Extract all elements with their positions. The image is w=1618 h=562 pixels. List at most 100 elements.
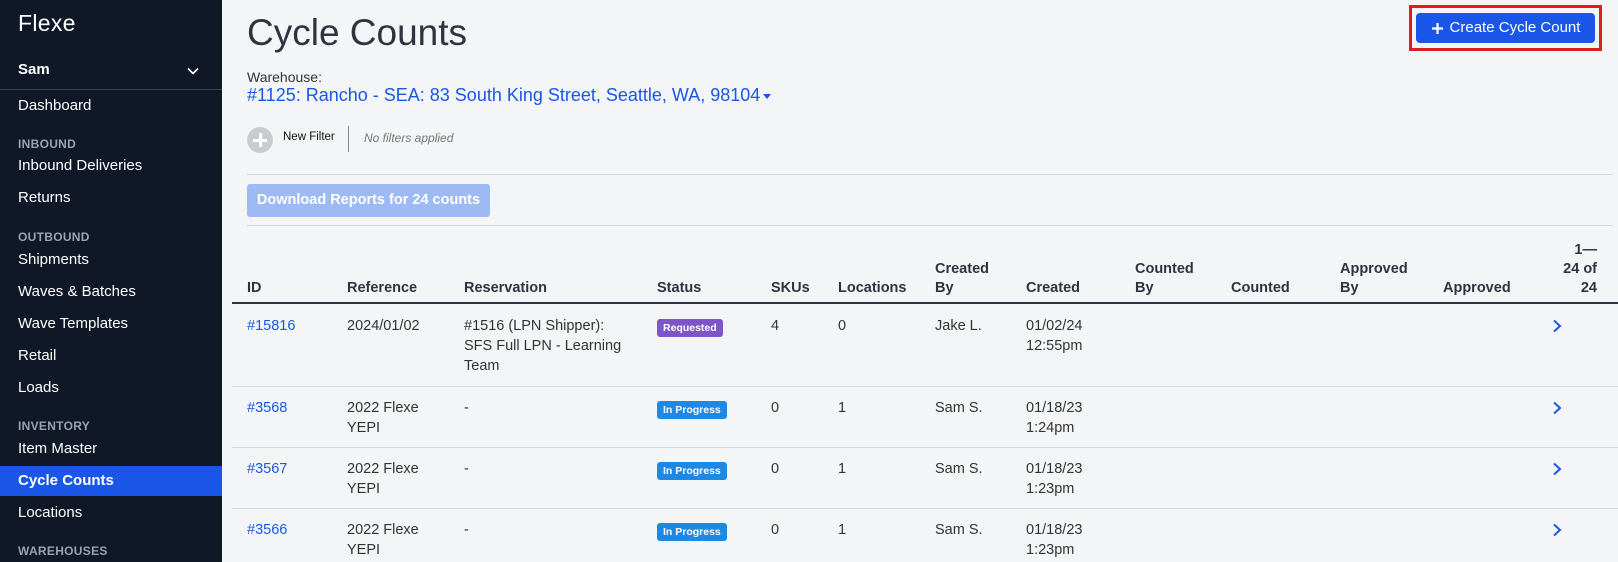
column-header-locations[interactable]: Locations bbox=[838, 279, 906, 298]
user-menu[interactable]: Sam bbox=[0, 58, 222, 90]
column-header-reservation[interactable]: Reservation bbox=[464, 279, 547, 298]
row-reference: 2022 Flexe YEPI bbox=[347, 398, 419, 438]
warehouse-selector[interactable]: #1125: Rancho - SEA: 83 South King Stree… bbox=[247, 85, 772, 106]
row-reference: 2022 Flexe YEPI bbox=[347, 459, 419, 499]
chevron-right-icon[interactable] bbox=[1551, 462, 1563, 476]
row-id-link[interactable]: #3568 bbox=[247, 398, 287, 418]
row-skus: 4 bbox=[771, 318, 780, 334]
table-row[interactable]: #3568 2022 Flexe YEPI - In Progress 0 1 S… bbox=[232, 387, 1618, 448]
filters-status: No filters applied bbox=[364, 131, 454, 145]
created-date: 01/18/23 bbox=[1026, 400, 1083, 416]
pagination-info: 1— 24 of 24 bbox=[1552, 241, 1597, 298]
sidebar-item-dashboard[interactable]: Dashboard bbox=[0, 91, 222, 121]
sidebar-item-retail[interactable]: Retail bbox=[0, 341, 222, 371]
row-locations: 1 bbox=[838, 522, 847, 538]
sidebar-section-warehouses: WAREHOUSES bbox=[18, 544, 108, 558]
chevron-right-icon[interactable] bbox=[1551, 401, 1563, 415]
row-reservation: - bbox=[464, 461, 469, 477]
download-reports-button[interactable]: Download Reports for 24 counts bbox=[247, 184, 490, 217]
reference-line: 2022 Flexe bbox=[347, 400, 419, 416]
row-created: 01/18/23 1:23pm bbox=[1026, 459, 1082, 499]
sidebar-item-loads[interactable]: Loads bbox=[0, 373, 222, 403]
row-created-by: Jake L. bbox=[935, 318, 982, 334]
sidebar-section-outbound: OUTBOUND bbox=[18, 230, 90, 244]
row-skus: 0 bbox=[771, 461, 780, 477]
status-badge: In Progress bbox=[657, 401, 727, 419]
user-name: Sam bbox=[18, 61, 50, 78]
reservation-line: #1516 (LPN Shipper): bbox=[464, 318, 605, 334]
row-reservation: - bbox=[464, 400, 469, 416]
column-header-created[interactable]: Created bbox=[1026, 279, 1080, 298]
warehouse-value: #1125: Rancho - SEA: 83 South King Stree… bbox=[247, 85, 761, 105]
create-button-highlight: Create Cycle Count bbox=[1409, 5, 1602, 51]
column-header-skus[interactable]: SKUs bbox=[771, 279, 810, 298]
plus-icon bbox=[1431, 22, 1443, 34]
table-row[interactable]: #3566 2022 Flexe YEPI - In Progress 0 1 S… bbox=[232, 509, 1618, 562]
row-id-link[interactable]: #3566 bbox=[247, 520, 287, 540]
sidebar-item-wave-templates[interactable]: Wave Templates bbox=[0, 309, 222, 339]
reference-line: 2022 Flexe bbox=[347, 522, 419, 538]
row-id-link[interactable]: #3567 bbox=[247, 459, 287, 479]
created-date: 01/18/23 bbox=[1026, 522, 1083, 538]
column-header-approved-by[interactable]: Approved By bbox=[1340, 260, 1408, 298]
created-date: 01/02/24 bbox=[1026, 318, 1083, 334]
warehouse-label: Warehouse: bbox=[247, 69, 322, 85]
page-title: Cycle Counts bbox=[247, 12, 468, 53]
row-locations: 1 bbox=[838, 400, 847, 416]
row-locations: 0 bbox=[838, 318, 847, 334]
chevron-right-icon[interactable] bbox=[1551, 523, 1563, 537]
row-reference: 2022 Flexe YEPI bbox=[347, 520, 419, 560]
sidebar-item-waves-batches[interactable]: Waves & Batches bbox=[0, 277, 222, 307]
column-header-counted[interactable]: Counted bbox=[1231, 279, 1290, 298]
table-row[interactable]: #15816 2024/01/02 #1516 (LPN Shipper): SF… bbox=[232, 304, 1618, 387]
sidebar-item-item-master[interactable]: Item Master bbox=[0, 434, 222, 464]
column-header-created-by[interactable]: Created By bbox=[935, 260, 989, 298]
reservation-line: SFS Full LPN - Learning bbox=[464, 338, 622, 354]
filter-divider bbox=[348, 126, 349, 152]
sidebar-item-locations[interactable]: Locations bbox=[0, 498, 222, 528]
column-header-counted-by[interactable]: Counted By bbox=[1135, 260, 1194, 298]
column-header-status[interactable]: Status bbox=[657, 279, 701, 298]
column-header-reference[interactable]: Reference bbox=[347, 279, 417, 298]
column-header-approved[interactable]: Approved bbox=[1443, 279, 1511, 298]
reference-line: YEPI bbox=[347, 420, 381, 436]
chevron-down-icon bbox=[187, 67, 199, 75]
chevron-right-icon[interactable] bbox=[1551, 319, 1563, 333]
row-created: 01/18/23 1:23pm bbox=[1026, 520, 1082, 560]
column-header-id[interactable]: ID bbox=[247, 279, 262, 298]
row-created: 01/18/23 1:24pm bbox=[1026, 398, 1082, 438]
new-filter-button[interactable]: New Filter bbox=[283, 131, 335, 143]
sidebar-item-inbound-deliveries[interactable]: Inbound Deliveries bbox=[0, 151, 222, 181]
sidebar-item-cycle-counts[interactable]: Cycle Counts bbox=[0, 466, 222, 496]
row-created-by: Sam S. bbox=[935, 400, 983, 416]
add-filter-icon[interactable] bbox=[247, 127, 273, 153]
flexe-logo[interactable]: Flexe bbox=[18, 10, 76, 37]
row-id-link[interactable]: #15816 bbox=[247, 316, 295, 336]
status-badge: In Progress bbox=[657, 523, 727, 541]
sidebar-item-returns[interactable]: Returns bbox=[0, 183, 222, 213]
sidebar-section-inbound: INBOUND bbox=[18, 137, 77, 151]
row-reference: 2024/01/02 bbox=[347, 318, 420, 334]
reservation-line: Team bbox=[464, 358, 500, 374]
header-line: Counted bbox=[1135, 261, 1194, 277]
row-skus: 0 bbox=[771, 400, 780, 416]
row-created-by: Sam S. bbox=[935, 522, 983, 538]
table-row[interactable]: #3567 2022 Flexe YEPI - In Progress 0 1 S… bbox=[232, 448, 1618, 509]
header-line: By bbox=[1135, 280, 1154, 296]
create-cycle-count-label: Create Cycle Count bbox=[1449, 19, 1581, 36]
create-cycle-count-button[interactable]: Create Cycle Count bbox=[1416, 13, 1595, 43]
header-line: By bbox=[1340, 280, 1359, 296]
created-time: 12:55pm bbox=[1026, 338, 1083, 354]
divider bbox=[247, 225, 1613, 226]
row-reservation: #1516 (LPN Shipper): SFS Full LPN - Learn… bbox=[464, 316, 621, 376]
pagination-line: 1— bbox=[1574, 242, 1597, 258]
created-date: 01/18/23 bbox=[1026, 461, 1083, 477]
created-time: 1:23pm bbox=[1026, 542, 1075, 558]
row-created-by: Sam S. bbox=[935, 461, 983, 477]
sidebar-item-shipments[interactable]: Shipments bbox=[0, 245, 222, 275]
header-line: Approved bbox=[1340, 261, 1408, 277]
status-badge: In Progress bbox=[657, 462, 727, 480]
row-created: 01/02/24 12:55pm bbox=[1026, 316, 1082, 356]
caret-down-icon bbox=[763, 93, 772, 99]
main-content: Cycle Counts Create Cycle Count Warehous… bbox=[222, 0, 1618, 562]
